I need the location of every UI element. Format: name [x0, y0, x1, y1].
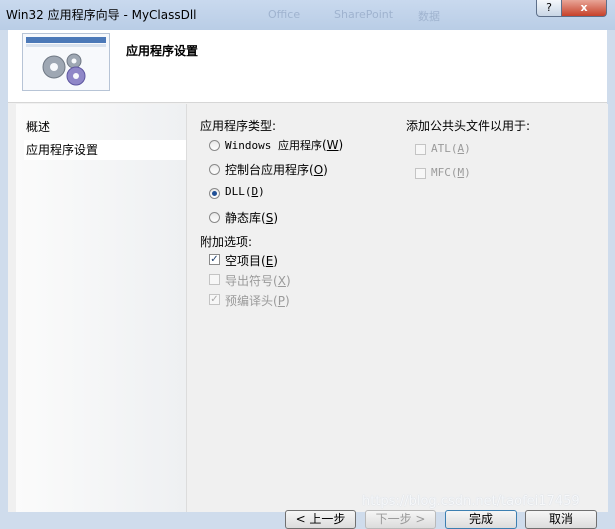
ghost-tab-data: 数据 — [418, 10, 440, 23]
checkbox-label-atl[interactable]: ATL(A) — [431, 142, 471, 155]
checkbox-atl[interactable] — [415, 144, 426, 155]
sidebar-item-overview[interactable]: 概述 — [26, 118, 50, 135]
watermark-text: https://blog.csdn.net/taofei17459 — [362, 494, 580, 509]
help-button[interactable]: ? — [536, 0, 562, 17]
checkbox-empty-project[interactable]: ✓ — [209, 254, 220, 265]
common-headers-heading: 添加公共头文件以用于: — [406, 119, 531, 133]
wizard-dialog: 应用程序设置 概述 应用程序设置 应用程序类型: Windows 应用程序(W)… — [8, 30, 608, 529]
ghost-tab-sharepoint: SharePoint — [334, 8, 394, 21]
radio-label-windows-app[interactable]: Windows 应用程序(W) — [225, 137, 343, 153]
radio-windows-app[interactable] — [209, 140, 220, 151]
window-title: Win32 应用程序向导 - MyClassDll — [6, 8, 197, 22]
radio-dll[interactable] — [209, 188, 220, 199]
radio-static-lib[interactable] — [209, 212, 220, 223]
wizard-header: 应用程序设置 — [8, 30, 607, 103]
checkbox-label-precompiled-header[interactable]: 预编译头(P) — [225, 292, 290, 309]
checkbox-label-empty-project[interactable]: 空项目(E) — [225, 252, 278, 269]
ghost-tab-office: Office — [268, 8, 301, 21]
app-type-heading: 应用程序类型: — [200, 119, 277, 133]
wizard-sidebar: 概述 应用程序设置 — [16, 104, 188, 512]
checkbox-export-symbols[interactable] — [209, 274, 220, 285]
radio-label-console-app[interactable]: 控制台应用程序(O) — [225, 161, 328, 178]
close-button[interactable]: x — [561, 0, 607, 17]
gears-logo-icon — [22, 33, 110, 91]
title-bar: Win32 应用程序向导 - MyClassDll Office SharePo… — [0, 0, 615, 30]
checkbox-precompiled-header[interactable]: ✓ — [209, 294, 220, 305]
radio-label-static-lib[interactable]: 静态库(S) — [225, 209, 278, 226]
checkbox-mfc[interactable] — [415, 168, 426, 179]
checkbox-label-mfc[interactable]: MFC(M) — [431, 166, 471, 179]
checkbox-label-export-symbols[interactable]: 导出符号(X) — [225, 272, 291, 289]
settings-panel: 应用程序类型: Windows 应用程序(W) 控制台应用程序(O) DLL(D… — [186, 104, 608, 529]
sidebar-item-app-settings[interactable]: 应用程序设置 — [24, 140, 188, 160]
page-title: 应用程序设置 — [126, 44, 199, 58]
radio-console-app[interactable] — [209, 164, 220, 175]
radio-label-dll[interactable]: DLL(D) — [225, 185, 265, 198]
extra-options-heading: 附加选项: — [200, 235, 253, 249]
